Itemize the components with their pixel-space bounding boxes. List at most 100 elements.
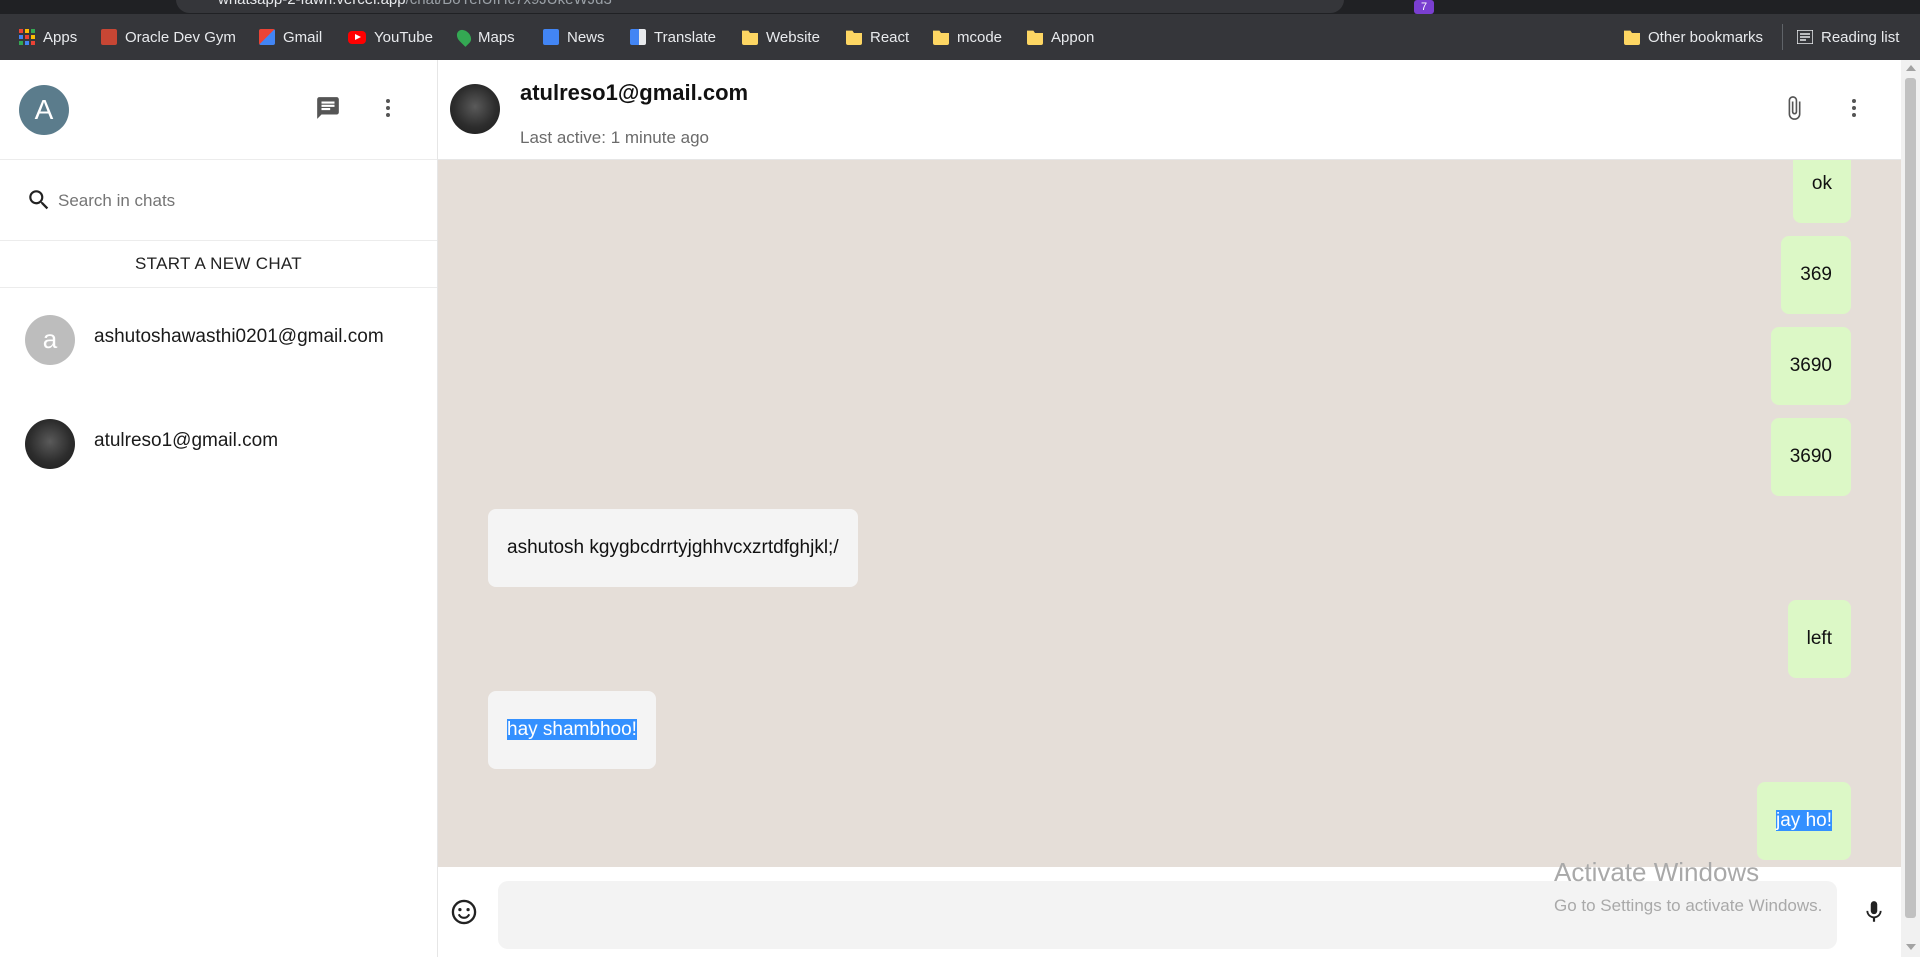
extension-badge-icon[interactable]: 7 xyxy=(1414,0,1434,14)
start-new-chat-button[interactable]: START A NEW CHAT xyxy=(0,241,437,288)
message-bubble-outgoing: jay ho! xyxy=(1757,782,1851,860)
bookmark-oracle-dev-gym[interactable]: Oracle Dev Gym xyxy=(101,25,236,49)
contact-email: atulreso1@gmail.com xyxy=(94,430,279,451)
chat-menu-button[interactable] xyxy=(1838,92,1870,124)
folder-icon xyxy=(1027,30,1043,45)
search-bar xyxy=(0,160,437,241)
bookmark-react[interactable]: React xyxy=(846,25,909,49)
contact-item[interactable]: a ashutoshawasthi0201@gmail.com xyxy=(0,288,437,392)
message-text: 3690 xyxy=(1789,446,1832,467)
bookmark-website[interactable]: Website xyxy=(742,25,820,49)
bookmark-label: React xyxy=(870,28,910,46)
news-icon xyxy=(543,29,559,45)
bookmark-label: mcode xyxy=(957,28,1003,46)
contact-avatar xyxy=(25,419,75,469)
sidebar: A START A NEW CHAT a ashutoshawasthi0201… xyxy=(0,60,438,957)
contact-avatar-letter: a xyxy=(42,324,58,354)
chat-avatar[interactable] xyxy=(450,84,500,134)
search-icon xyxy=(29,190,49,210)
microphone-icon xyxy=(1866,901,1882,922)
reading-list-label: Reading list xyxy=(1821,28,1900,46)
message-bubble-incoming: hay shambhoo! xyxy=(488,691,656,769)
bookmark-label: News xyxy=(567,28,605,46)
bookmark-mcode[interactable]: mcode xyxy=(933,25,1002,49)
bookmark-news[interactable]: News xyxy=(543,25,605,49)
other-bookmarks[interactable]: Other bookmarks xyxy=(1624,25,1763,49)
message-bubble-outgoing: 369 xyxy=(1781,236,1851,314)
message-text: 3690 xyxy=(1789,355,1832,376)
message-bubble-incoming: ashutosh kgygbcdrrtyjghhvcxzrtdfghjkl;/ xyxy=(488,509,858,587)
bookmark-translate[interactable]: Translate xyxy=(630,25,716,49)
bookmark-label: Translate xyxy=(654,28,716,46)
extensions-bar: 7 xyxy=(1370,0,1890,14)
message-text: ok xyxy=(1811,173,1832,194)
chat-icon xyxy=(317,97,339,119)
sidebar-menu-button[interactable] xyxy=(372,92,404,124)
message-bubble-outgoing: ok xyxy=(1792,160,1851,223)
url-host: whatsapp-2-fawn.vercel.app xyxy=(218,0,406,8)
message-bubble-outgoing: left xyxy=(1787,600,1851,678)
reading-list-icon xyxy=(1797,30,1813,44)
last-active-status: Last active: 1 minute ago xyxy=(520,128,710,147)
gmail-icon xyxy=(259,29,275,45)
new-chat-button[interactable] xyxy=(312,92,344,124)
extension-badge-count: 7 xyxy=(1420,1,1428,13)
bookmark-label: Gmail xyxy=(283,28,323,46)
browser-toolbar: whatsapp-2-fawn.vercel.app/chat/BoYefUfH… xyxy=(0,0,1920,14)
message-bubble-outgoing: 3690 xyxy=(1770,327,1851,405)
address-bar[interactable]: whatsapp-2-fawn.vercel.app/chat/BoYefUfH… xyxy=(176,0,1344,13)
other-bookmarks-label: Other bookmarks xyxy=(1648,28,1764,46)
search-input[interactable] xyxy=(56,188,400,214)
chat-header: atulreso1@gmail.com Last active: 1 minut… xyxy=(438,60,1901,160)
url-path: /chat/BoYefUfHc7x9JUkeWJd3 xyxy=(406,0,612,8)
attach-button[interactable] xyxy=(1778,92,1810,124)
page-scrollbar[interactable] xyxy=(1901,60,1920,957)
bookmark-label: YouTube xyxy=(374,28,433,46)
reading-list[interactable]: Reading list xyxy=(1797,25,1899,49)
message-text: jay ho! xyxy=(1776,810,1832,831)
scrollbar-thumb[interactable] xyxy=(1905,78,1916,918)
message-text: ashutosh kgygbcdrrtyjghhvcxzrtdfghjkl;/ xyxy=(507,537,839,558)
chat-title: atulreso1@gmail.com xyxy=(520,80,749,105)
maps-icon xyxy=(454,27,474,47)
message-bubble-outgoing: 3690 xyxy=(1770,418,1851,496)
translate-icon xyxy=(630,29,646,45)
more-vert-icon xyxy=(1852,99,1856,117)
message-text: 369 xyxy=(1800,264,1832,285)
bookmark-label: Appon xyxy=(1051,28,1095,46)
voice-button[interactable] xyxy=(1858,896,1890,928)
apps-grid-icon xyxy=(19,29,35,45)
contact-item[interactable]: atulreso1@gmail.com xyxy=(0,392,437,496)
bookmark-maps[interactable]: Maps xyxy=(454,25,515,49)
folder-icon xyxy=(933,30,949,45)
messages-area: ok 369 3690 3690 ashutosh kgygbcdrrtyjgh… xyxy=(438,160,1901,867)
emoji-button[interactable] xyxy=(448,896,480,928)
scroll-up-arrow-icon[interactable] xyxy=(1906,65,1916,71)
attach-file-icon xyxy=(1788,96,1801,120)
emoji-icon xyxy=(451,899,477,925)
more-vert-icon xyxy=(386,99,390,117)
folder-icon xyxy=(742,30,758,45)
bookmark-label: Oracle Dev Gym xyxy=(125,28,236,46)
bookmarks-bar: Apps Oracle Dev Gym Gmail YouTube Maps N… xyxy=(0,14,1920,60)
bookmarks-divider xyxy=(1782,24,1783,50)
bookmark-gmail[interactable]: Gmail xyxy=(259,25,322,49)
folder-icon xyxy=(1624,30,1640,45)
folder-icon xyxy=(846,30,862,45)
watermark-subtitle: Go to Settings to activate Windows. xyxy=(1554,896,1823,915)
bookmark-label: Apps xyxy=(43,28,78,46)
sidebar-header: A xyxy=(0,60,437,160)
youtube-icon xyxy=(348,30,366,44)
activate-windows-watermark: Activate Windows Go to Settings to activ… xyxy=(1554,857,1822,916)
user-avatar-letter: A xyxy=(34,94,54,125)
oracle-dev-gym-icon xyxy=(101,29,117,45)
user-avatar[interactable]: A xyxy=(19,85,69,135)
contact-avatar: a xyxy=(25,315,75,365)
scroll-down-arrow-icon[interactable] xyxy=(1906,944,1916,950)
bookmark-youtube[interactable]: YouTube xyxy=(348,25,433,49)
bookmark-apps[interactable]: Apps xyxy=(19,25,77,49)
contact-email: ashutoshawasthi0201@gmail.com xyxy=(94,326,384,347)
bookmark-appon[interactable]: Appon xyxy=(1027,25,1094,49)
watermark-title: Activate Windows xyxy=(1554,857,1760,887)
message-text: left xyxy=(1806,628,1832,649)
